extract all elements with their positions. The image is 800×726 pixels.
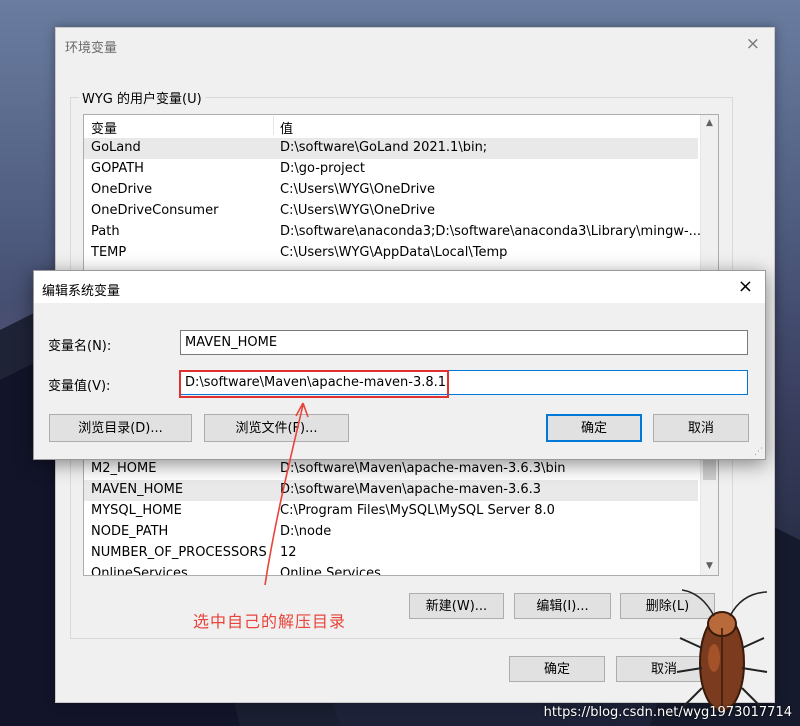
annotation-text: 选中自己的解压目录 bbox=[193, 612, 347, 631]
watermark: https://blog.csdn.net/wyg1973017714 bbox=[543, 705, 792, 720]
